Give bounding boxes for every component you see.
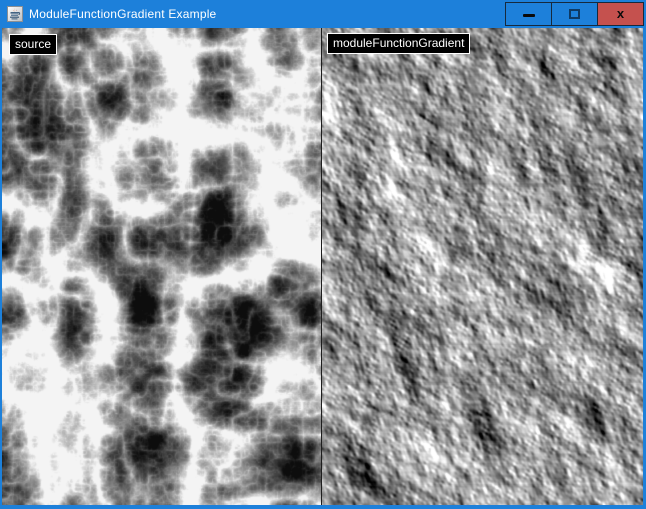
java-coffee-cup-icon [7,6,23,22]
minimize-icon [523,14,535,17]
maximize-button[interactable] [551,2,598,26]
source-image [2,28,321,505]
module-function-gradient-panel: moduleFunctionGradient [322,28,643,505]
window-title: ModuleFunctionGradient Example [29,7,216,21]
app-window: ModuleFunctionGradient Example x source … [0,0,646,509]
minimize-button[interactable] [505,2,552,26]
window-controls: x [506,2,644,26]
module-function-gradient-image [322,28,643,505]
maximize-icon [569,9,580,19]
source-label: source [9,34,57,55]
titlebar[interactable]: ModuleFunctionGradient Example x [0,0,646,28]
close-button[interactable]: x [597,2,644,26]
close-icon: x [617,7,624,20]
module-function-gradient-label: moduleFunctionGradient [327,33,470,54]
image-area: source moduleFunctionGradient [2,28,643,505]
source-panel: source [2,28,321,505]
